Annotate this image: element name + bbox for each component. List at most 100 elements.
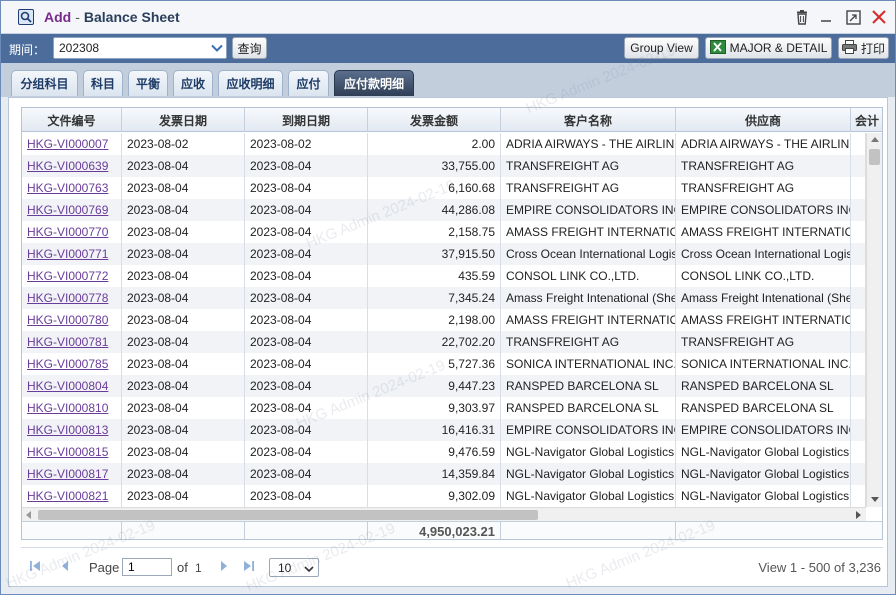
table-row[interactable]: HKG-VI000813 2023-08-04 2023-08-04 16,416.3… <box>22 419 866 441</box>
file-number-link[interactable]: HKG-VI000813 <box>22 419 122 441</box>
file-number-link[interactable]: HKG-VI000785 <box>22 353 122 375</box>
scroll-up-icon[interactable] <box>871 137 879 142</box>
invoice-amount-cell: 33,755.00 <box>368 155 501 177</box>
scroll-down-icon[interactable] <box>871 497 879 502</box>
due-date-cell: 2023-08-04 <box>245 463 368 485</box>
column-header-3[interactable]: 到期日期 <box>245 108 368 132</box>
supplier-cell: CONSOL LINK CO.,LTD. <box>676 265 851 287</box>
tab-5[interactable]: 应收明细 <box>218 70 283 96</box>
file-number-link[interactable]: HKG-VI000815 <box>22 441 122 463</box>
supplier-cell: AMASS FREIGHT INTERNATIO <box>676 309 851 331</box>
file-number-link[interactable]: HKG-VI000771 <box>22 243 122 265</box>
table-row[interactable]: HKG-VI000769 2023-08-04 2023-08-04 44,286.0… <box>22 199 866 221</box>
table-row[interactable]: HKG-VI000781 2023-08-04 2023-08-04 22,702.2… <box>22 331 866 353</box>
app-window: Add - Balance Sheet 期间： 202308 查询 Group Vi… <box>0 0 896 595</box>
column-header-6[interactable]: 供应商 <box>676 108 851 132</box>
customer-name-cell: AMASS FREIGHT INTERNATIO <box>501 309 676 331</box>
invoice-date-cell: 2023-08-02 <box>122 133 245 155</box>
file-number-link[interactable]: HKG-VI000821 <box>22 485 122 507</box>
column-header-5[interactable]: 客户名称 <box>501 108 676 132</box>
table-row[interactable]: HKG-VI000785 2023-08-04 2023-08-04 5,727.36… <box>22 353 866 375</box>
table-row[interactable]: HKG-VI000778 2023-08-04 2023-08-04 7,345.24… <box>22 287 866 309</box>
print-button[interactable]: 打印 <box>838 37 889 59</box>
next-page-icon[interactable] <box>218 560 230 572</box>
supplier-cell: TRANSFREIGHT AG <box>676 331 851 353</box>
file-number-link[interactable]: HKG-VI000763 <box>22 177 122 199</box>
scroll-left-icon[interactable] <box>26 511 31 519</box>
title-separator: - <box>75 9 80 25</box>
tab-3[interactable]: 平衡 <box>128 70 168 96</box>
due-date-cell: 2023-08-04 <box>245 441 368 463</box>
horizontal-scroll-thumb[interactable] <box>38 510 538 520</box>
vertical-scroll-thumb[interactable] <box>869 149 880 165</box>
file-number-link[interactable]: HKG-VI000778 <box>22 287 122 309</box>
column-header-4[interactable]: 发票金额 <box>368 108 501 132</box>
minimize-icon[interactable] <box>817 8 835 26</box>
table-row[interactable]: HKG-VI000771 2023-08-04 2023-08-04 37,915.5… <box>22 243 866 265</box>
query-button[interactable]: 查询 <box>232 37 267 59</box>
file-number-link[interactable]: HKG-VI000817 <box>22 463 122 485</box>
tab-1[interactable]: 分组科目 <box>11 70 78 96</box>
customer-name-cell: NGL-Navigator Global Logistics <box>501 463 676 485</box>
file-number-link[interactable]: HKG-VI000769 <box>22 199 122 221</box>
column-header-2[interactable]: 发票日期 <box>122 108 245 132</box>
page-size-select[interactable]: 10 <box>269 558 319 577</box>
major-detail-button[interactable]: MAJOR & DETAIL <box>705 37 832 59</box>
table-row[interactable]: HKG-VI000810 2023-08-04 2023-08-04 9,303.97… <box>22 397 866 419</box>
close-icon[interactable] <box>870 8 888 26</box>
table-row[interactable]: HKG-VI000770 2023-08-04 2023-08-04 2,158.75… <box>22 221 866 243</box>
period-select[interactable]: 202308 <box>53 37 227 59</box>
table-row[interactable]: HKG-VI000815 2023-08-04 2023-08-04 9,476.59… <box>22 441 866 463</box>
major-detail-label: MAJOR & DETAIL <box>729 41 828 55</box>
table-row[interactable]: HKG-VI000763 2023-08-04 2023-08-04 6,160.68… <box>22 177 866 199</box>
invoice-amount-cell: 14,359.84 <box>368 463 501 485</box>
horizontal-scrollbar[interactable] <box>22 507 866 521</box>
of-label: of <box>177 560 188 575</box>
maximize-icon[interactable] <box>844 8 862 26</box>
tab-7[interactable]: 应付款明细 <box>334 70 414 96</box>
title-text: Balance Sheet <box>83 9 180 25</box>
file-number-link[interactable]: HKG-VI000772 <box>22 265 122 287</box>
footer-cell <box>22 522 122 539</box>
column-header-1[interactable]: 文件编号 <box>22 108 122 132</box>
invoice-amount-cell: 6,160.68 <box>368 177 501 199</box>
invoice-date-cell: 2023-08-04 <box>122 199 245 221</box>
invoice-amount-cell: 5,727.36 <box>368 353 501 375</box>
customer-name-cell: EMPIRE CONSOLIDATORS INC <box>501 419 676 441</box>
table-row[interactable]: HKG-VI000821 2023-08-04 2023-08-04 9,302.09… <box>22 485 866 507</box>
tab-bar: 分组科目 科目 平衡 应收 应收明细 应付 应付款明细 <box>1 63 895 97</box>
column-header-7[interactable]: 会计 <box>851 108 882 132</box>
tab-2[interactable]: 科目 <box>83 70 123 96</box>
file-number-link[interactable]: HKG-VI000810 <box>22 397 122 419</box>
file-number-link[interactable]: HKG-VI000781 <box>22 331 122 353</box>
invoice-date-cell: 2023-08-04 <box>122 265 245 287</box>
supplier-cell: EMPIRE CONSOLIDATORS INC <box>676 419 851 441</box>
invoice-amount-cell: 2.00 <box>368 133 501 155</box>
supplier-cell: TRANSFREIGHT AG <box>676 155 851 177</box>
first-page-icon[interactable] <box>29 560 41 572</box>
file-number-link[interactable]: HKG-VI000639 <box>22 155 122 177</box>
tab-4[interactable]: 应收 <box>173 70 213 96</box>
tab-6[interactable]: 应付 <box>288 70 329 96</box>
file-number-link[interactable]: HKG-VI000007 <box>22 133 122 155</box>
vertical-scrollbar[interactable] <box>866 133 882 507</box>
file-number-link[interactable]: HKG-VI000780 <box>22 309 122 331</box>
last-page-icon[interactable] <box>243 560 255 572</box>
table-row[interactable]: HKG-VI000772 2023-08-04 2023-08-04 435.59 CO… <box>22 265 866 287</box>
table-row[interactable]: HKG-VI000007 2023-08-02 2023-08-02 2.00 ADRI… <box>22 133 866 155</box>
grid-header: 文件编号 发票日期 到期日期 发票金额 客户名称 供应商 会计 <box>22 108 882 132</box>
page-input[interactable] <box>122 558 172 576</box>
table-row[interactable]: HKG-VI000817 2023-08-04 2023-08-04 14,359.8… <box>22 463 866 485</box>
customer-name-cell: Amass Freight Intenational (She <box>501 287 676 309</box>
prev-page-icon[interactable] <box>59 560 71 572</box>
delete-icon[interactable] <box>793 8 811 26</box>
file-number-link[interactable]: HKG-VI000770 <box>22 221 122 243</box>
invoice-date-cell: 2023-08-04 <box>122 243 245 265</box>
group-view-button[interactable]: Group View <box>624 37 699 59</box>
accounting-cell <box>851 353 866 375</box>
table-row[interactable]: HKG-VI000780 2023-08-04 2023-08-04 2,198.00… <box>22 309 866 331</box>
scroll-right-icon[interactable] <box>856 511 861 519</box>
table-row[interactable]: HKG-VI000639 2023-08-04 2023-08-04 33,755.0… <box>22 155 866 177</box>
table-row[interactable]: HKG-VI000804 2023-08-04 2023-08-04 9,447.23… <box>22 375 866 397</box>
file-number-link[interactable]: HKG-VI000804 <box>22 375 122 397</box>
